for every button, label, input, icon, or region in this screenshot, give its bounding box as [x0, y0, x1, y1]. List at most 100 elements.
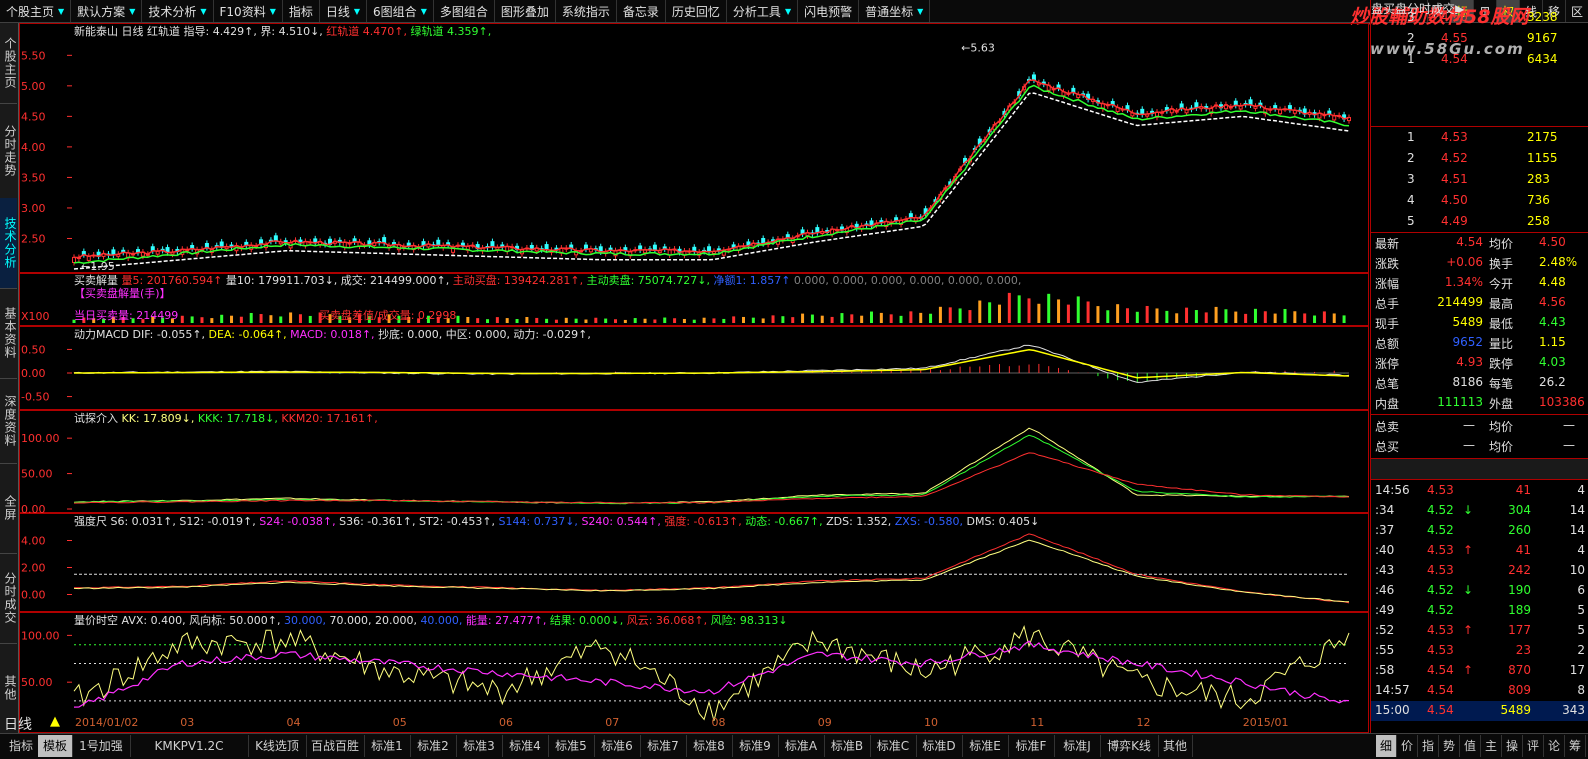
right-bottom-tab-3[interactable]: 势: [1439, 735, 1460, 757]
dropdown-arrow-icon[interactable]: ▼: [354, 7, 360, 16]
right-bottom-tab-4[interactable]: 值: [1460, 735, 1481, 757]
toolbar-item-3[interactable]: F10资料 ▼: [214, 0, 283, 22]
toolbar-item-5[interactable]: 日线 ▼: [320, 0, 368, 22]
tick-price: 4.54: [1427, 663, 1454, 677]
dropdown-arrow-icon[interactable]: ▼: [129, 7, 135, 16]
stat-row-6: 涨停 4.93 跌停 4.03: [1371, 353, 1588, 373]
stat-value-2: 26.2: [1539, 375, 1566, 389]
volume-bar: [938, 306, 942, 323]
bottom-tab-19[interactable]: 标准E: [962, 735, 1009, 757]
toolbar-item-6[interactable]: 6图组合 ▼: [367, 0, 434, 22]
x-date-label: 04: [286, 716, 301, 729]
volume-bar: [200, 317, 204, 323]
period-label[interactable]: 日线: [4, 714, 32, 734]
left-tab-1[interactable]: 分时走势: [0, 103, 17, 199]
bottom-tab-21[interactable]: 标准J: [1054, 735, 1101, 757]
bottom-tab-8[interactable]: 标准3: [456, 735, 503, 757]
dropdown-arrow-icon[interactable]: ▼: [421, 7, 427, 16]
bottom-tab-14[interactable]: 标准9: [732, 735, 779, 757]
right-bottom-tab-1[interactable]: 价: [1397, 735, 1418, 757]
left-tab-3[interactable]: 基本资料: [0, 288, 17, 379]
bottom-tab-3[interactable]: KMKPV1.2C: [130, 735, 249, 757]
bottom-tab-6[interactable]: 标准1: [364, 735, 411, 757]
right-bottom-tab-7[interactable]: 评: [1523, 735, 1544, 757]
tick-row: :43 4.53 242 10: [1371, 561, 1588, 581]
y-tick-label: 100.00: [21, 629, 60, 642]
left-tab-0[interactable]: 个股主页: [0, 23, 17, 104]
bottom-tab-0[interactable]: 指标: [4, 735, 39, 757]
macd-title-extra-1: DEA: -0.064↑,: [209, 328, 291, 341]
volume-bar: [732, 316, 736, 323]
stat-value-2: 4.50: [1539, 235, 1566, 249]
stat-label: 总笔: [1375, 377, 1400, 391]
bottom-tab-13[interactable]: 标准8: [686, 735, 733, 757]
toolbar-item-9[interactable]: 系统指示: [556, 0, 617, 22]
dropdown-arrow-icon[interactable]: ▼: [200, 7, 206, 16]
bottom-tab-11[interactable]: 标准6: [594, 735, 641, 757]
warning-icon: ▲: [50, 714, 60, 729]
left-tab-4[interactable]: 深度资料: [0, 378, 17, 464]
sell-price: 4.55: [1441, 31, 1468, 45]
toolbar-item-8[interactable]: 图形叠加: [495, 0, 556, 22]
volume-bar: [249, 312, 253, 323]
bottom-tab-4[interactable]: K线选顶: [248, 735, 307, 757]
toolbar-label: F10资料: [219, 4, 266, 19]
y-tick-label: 3.00: [21, 202, 46, 215]
toolbar-item-1[interactable]: 默认方案 ▼: [71, 0, 143, 22]
tick-volume: 260: [1508, 523, 1531, 537]
toolbar-item-0[interactable]: 个股主页 ▼: [0, 0, 72, 22]
toolbar-item-2[interactable]: 技术分析 ▼: [142, 0, 214, 22]
toolbar-item-4[interactable]: 指标: [283, 0, 320, 22]
toolbar-item-12[interactable]: 分析工具 ▼: [727, 0, 799, 22]
dropdown-arrow-icon[interactable]: ▼: [785, 7, 791, 16]
volume-bar: [1244, 313, 1248, 323]
toolbar-item-10[interactable]: 备忘录: [617, 0, 666, 22]
right-bottom-tab-8[interactable]: 论: [1544, 735, 1565, 757]
left-tab-5[interactable]: 全屏: [0, 463, 17, 554]
tick-volume: 809: [1508, 683, 1531, 697]
bottom-tab-1[interactable]: 模板: [38, 735, 73, 757]
dropdown-arrow-icon[interactable]: ▼: [58, 7, 64, 16]
tick-price: 4.54: [1427, 703, 1454, 717]
volume-bar: [574, 318, 578, 323]
toolbar-item-13[interactable]: 闪电预警: [798, 0, 860, 22]
bottom-tab-18[interactable]: 标准D: [916, 735, 963, 757]
bottom-tab-23[interactable]: 其他: [1158, 735, 1193, 757]
volume-bar: [1066, 304, 1070, 323]
left-tab-2[interactable]: 技术分析: [0, 198, 17, 289]
right-bottom-tab-6[interactable]: 操: [1502, 735, 1523, 757]
volume-bar: [988, 302, 992, 323]
volume-title-extra-4: 净额1: 1.857↑: [714, 273, 794, 287]
buy-level-1: 1 4.53 2175: [1371, 128, 1588, 148]
bottom-tab-17[interactable]: 标准C: [870, 735, 917, 757]
bottom-tab-5[interactable]: 百战百胜: [306, 735, 365, 757]
chart-area[interactable]: 5.50 5.00 4.50 4.00 3.50 3.00 2.50 ←5.63 ←1.95 新能…: [19, 23, 1369, 733]
dropdown-arrow-icon[interactable]: ▼: [917, 7, 923, 16]
right-bottom-tab-9[interactable]: 筹: [1565, 735, 1586, 757]
volume-bar: [1273, 313, 1277, 323]
right-bottom-tab-5[interactable]: 主: [1481, 735, 1502, 757]
volume-bar: [682, 318, 686, 323]
bottom-tab-2[interactable]: 1号加强: [72, 735, 131, 757]
bottom-tab-16[interactable]: 标准B: [824, 735, 871, 757]
bottom-tab-9[interactable]: 标准4: [502, 735, 549, 757]
right-bottom-tab-0[interactable]: 细: [1376, 735, 1397, 757]
left-tab-6[interactable]: 分时成交: [0, 553, 17, 644]
stat-value-2: 1.15: [1539, 335, 1566, 349]
buy-volume: 736: [1527, 193, 1550, 207]
dropdown-arrow-icon[interactable]: ▼: [270, 7, 276, 16]
bottom-tab-10[interactable]: 标准5: [548, 735, 595, 757]
tick-price: 4.52: [1427, 503, 1454, 517]
bottom-tab-20[interactable]: 标准F: [1008, 735, 1055, 757]
bottom-tab-7[interactable]: 标准2: [410, 735, 457, 757]
multi-pane-chart[interactable]: 5.50 5.00 4.50 4.00 3.50 3.00 2.50 ←5.63 ←1.95 新能…: [19, 23, 1369, 733]
volume-bar: [564, 317, 568, 323]
toolbar-item-11[interactable]: 历史回忆: [666, 0, 727, 22]
right-bottom-tab-2[interactable]: 指: [1418, 735, 1439, 757]
toolbar-item-14[interactable]: 普通坐标 ▼: [859, 0, 931, 22]
bottom-tab-22[interactable]: 博弈K线: [1100, 735, 1159, 757]
bottom-tab-12[interactable]: 标准7: [640, 735, 687, 757]
y-tick-label: 0.00: [21, 589, 46, 602]
bottom-tab-15[interactable]: 标准A: [778, 735, 825, 757]
toolbar-item-7[interactable]: 多图组合: [434, 0, 495, 22]
